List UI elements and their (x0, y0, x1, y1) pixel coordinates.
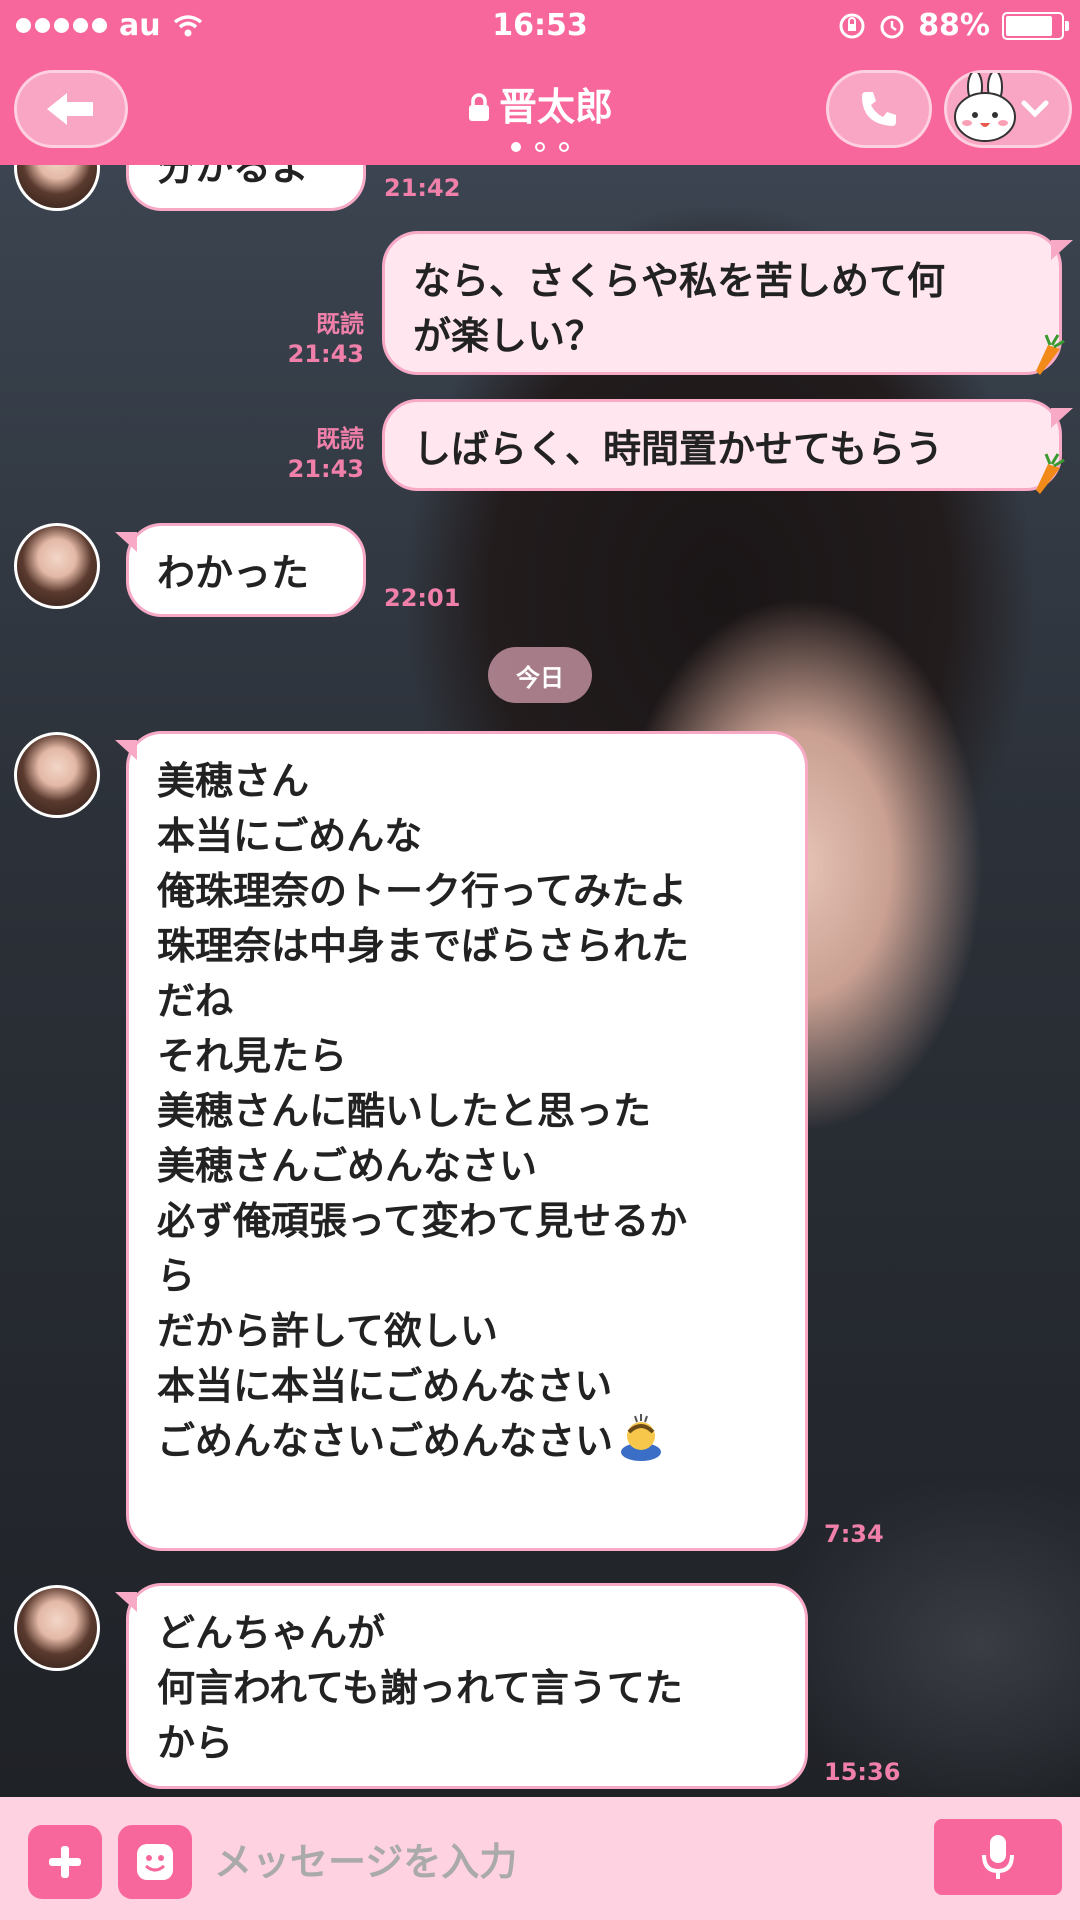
friend-menu-button[interactable] (944, 70, 1072, 148)
message-line: だから許して欲しい (157, 1309, 498, 1353)
lock-icon (468, 93, 489, 121)
voice-message-button[interactable] (934, 1819, 1062, 1895)
message-line: なら、さくらや私を苦しめて何 (413, 259, 946, 303)
message-meta: 既読 21:43 (280, 309, 364, 369)
message-line: ら (157, 1254, 196, 1298)
message-line: だね (157, 979, 234, 1023)
phone-icon (862, 92, 896, 126)
message-line: から (157, 1721, 234, 1765)
chat-header: 晋太郎 (0, 52, 1080, 165)
plus-icon (49, 1846, 81, 1878)
message-line: 珠理奈は中身までばらさられた (157, 924, 690, 968)
message-line-with-emoji: ごめんなさいごめんなさい (157, 1414, 777, 1469)
message-time: 21:43 (287, 455, 364, 483)
status-bar: au 16:53 88% (0, 0, 1080, 52)
message-line: 美穂さんごめんなさい (157, 1144, 538, 1188)
battery-icon (1002, 11, 1069, 40)
date-separator: 今日 (488, 647, 592, 703)
call-button[interactable] (826, 70, 932, 148)
alarm-icon (880, 15, 904, 38)
sticker-button[interactable] (118, 1825, 192, 1899)
bunny-sticker-icon (954, 73, 1016, 142)
message-line: 必ず俺頑張って変わて見せるか (157, 1199, 688, 1243)
message-line: 美穂さんに酷いしたと思った (157, 1089, 652, 1133)
message-meta: 既読 21:43 (280, 424, 364, 484)
sent-message[interactable]: なら、さくらや私を苦しめて何 が楽しい？ (382, 231, 1073, 375)
carrot-icon (1036, 453, 1065, 494)
message-line: が楽しい？ (413, 314, 604, 358)
read-receipt: 既読 (316, 310, 364, 338)
carrot-icon (1036, 334, 1065, 375)
contact-avatar[interactable] (14, 732, 100, 818)
contact-avatar[interactable] (14, 523, 100, 609)
sent-message[interactable]: しばらく、時間置かせてもらう (382, 399, 1073, 491)
message-line: どんちゃんが (157, 1611, 386, 1655)
message-list[interactable]: 分かるよ 21:42 既読 21:43 なら、さくらや私を苦しめて何 が楽しい？… (0, 165, 1080, 1797)
message-line: 本当に本当にごめんなさい (157, 1364, 613, 1408)
message-time: 21:43 (287, 340, 364, 368)
message-line: わかった (157, 551, 310, 595)
read-receipt: 既読 (316, 425, 364, 453)
battery-percent: 88% (918, 8, 990, 43)
message-text: ごめんなさいごめんなさい (157, 1419, 614, 1463)
page-dot (535, 142, 545, 152)
page-dot (559, 142, 569, 152)
chat-title-text: 晋太郎 (498, 85, 613, 129)
message-line: 本当にごめんな (157, 814, 423, 858)
attach-plus-button[interactable] (28, 1825, 102, 1899)
message-time: 15:36 (824, 1758, 901, 1786)
contact-avatar[interactable] (14, 1585, 100, 1671)
received-message[interactable]: どんちゃんが 何言われても謝っれて言うてた から (115, 1583, 808, 1789)
message-line: 何言われても謝っれて言うてた (157, 1666, 683, 1710)
microphone-icon (982, 1835, 1014, 1879)
received-message[interactable]: わかった (115, 523, 366, 617)
message-line: 分かるよ (157, 165, 310, 189)
received-message[interactable]: 分かるよ (126, 165, 366, 211)
chevron-down-icon (1021, 100, 1049, 118)
page-dot (511, 142, 521, 152)
message-input-bar: メッセージを入力 (0, 1797, 1080, 1920)
message-time: 21:42 (384, 174, 461, 202)
contact-avatar[interactable] (14, 165, 100, 211)
message-line: しばらく、時間置かせてもらう (413, 427, 944, 471)
message-time: 22:01 (384, 584, 461, 612)
received-message[interactable]: 美穂さん 本当にごめんな 俺珠理奈のトーク行ってみたよ 珠理奈は中身までばらさら… (115, 731, 808, 1551)
smiley-icon (137, 1844, 173, 1880)
message-line: 俺珠理奈のトーク行ってみたよ (157, 869, 688, 913)
message-time: 7:34 (824, 1520, 884, 1548)
page-indicator (0, 142, 1080, 152)
message-line: それ見たら (157, 1034, 348, 1078)
bowing-person-emoji (621, 1414, 662, 1461)
rotation-lock-icon (839, 13, 865, 38)
message-line: 美穂さん (157, 759, 310, 803)
message-input[interactable]: メッセージを入力 (214, 1825, 914, 1899)
